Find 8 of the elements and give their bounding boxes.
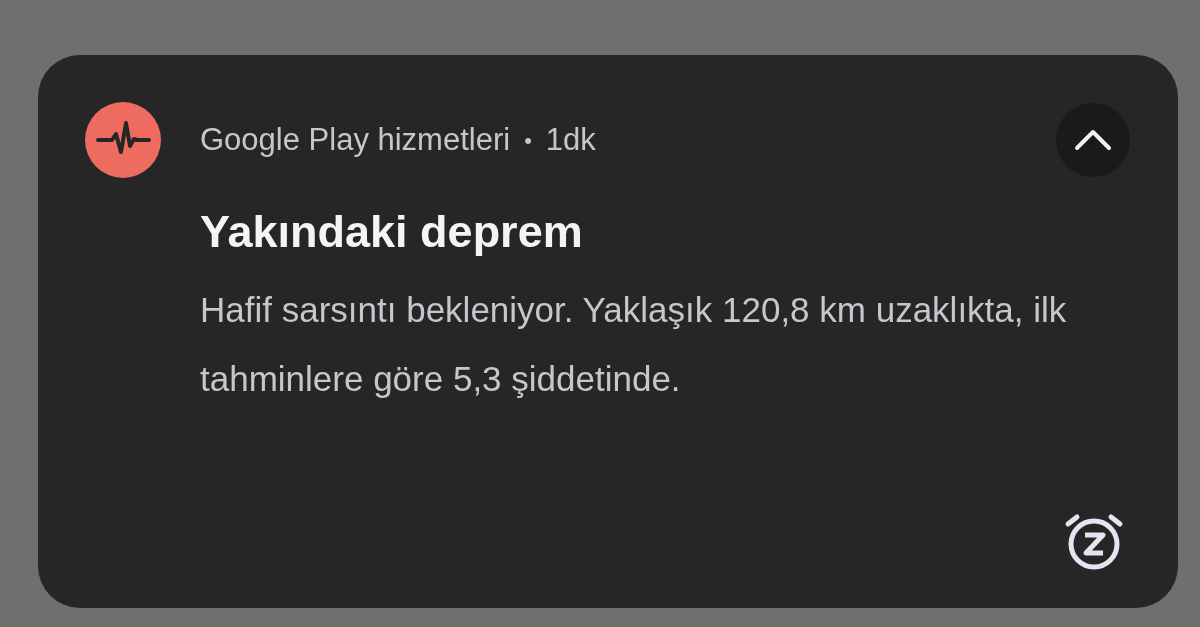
notification-card[interactable]: Google Play hizmetleri • 1dk Yakındaki deprem Hafif sarsıntı bekleniyor. Yaklaşık 120,8 km uzaklıkta, ilk tahminlere göre 5,3 şiddetinde. bbox=[38, 55, 1178, 608]
timestamp: 1dk bbox=[545, 120, 596, 159]
chevron-up-icon bbox=[1073, 128, 1113, 152]
heartbeat-icon bbox=[85, 102, 161, 178]
app-name: Google Play hizmetleri bbox=[200, 120, 511, 159]
notification-title: Yakındaki deprem bbox=[200, 205, 584, 259]
separator: • bbox=[524, 126, 532, 155]
notification-body: Hafif sarsıntı bekleniyor. Yaklaşık 120,8 km uzaklıkta, ilk tahminlere göre 5,3 şiddetinde. bbox=[200, 289, 1068, 400]
